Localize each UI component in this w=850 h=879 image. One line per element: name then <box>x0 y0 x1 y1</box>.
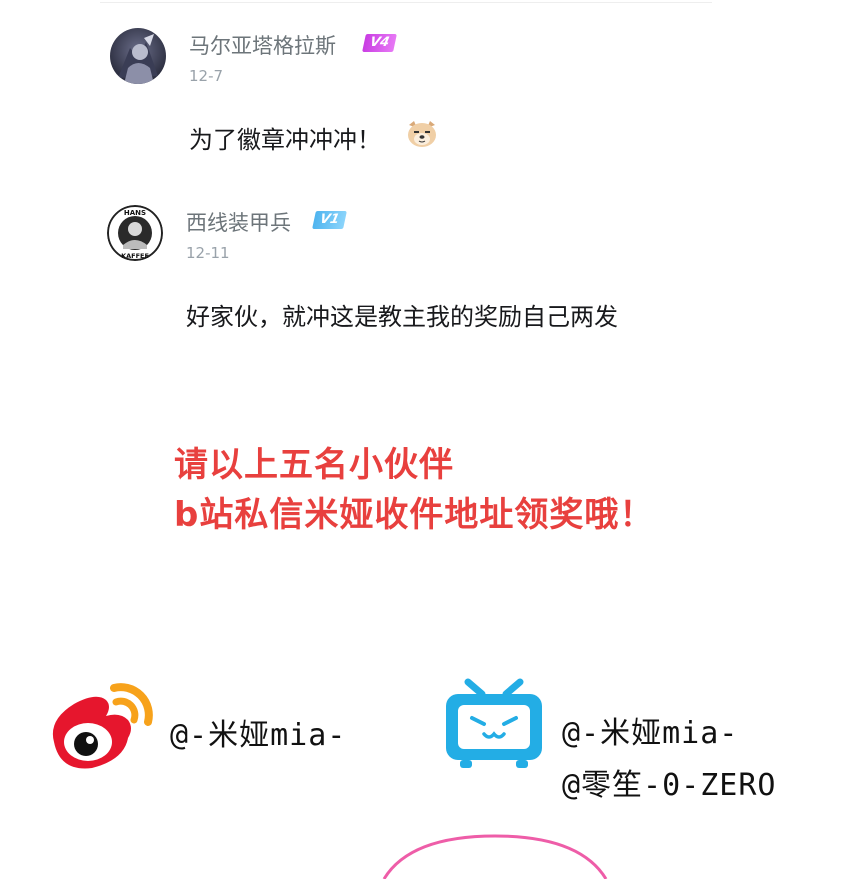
announcement-line-1: 请以上五名小伙伴 <box>174 445 454 485</box>
username[interactable]: 马尔亚塔格拉斯 <box>189 30 336 60</box>
user-avatar[interactable]: HANS KAFFEE <box>107 205 163 261</box>
dog-face-emoji-icon <box>408 121 436 147</box>
top-divider <box>100 2 712 3</box>
announcement-line-2: b站私信米娅收件地址领奖哦！ <box>174 495 655 535</box>
weibo-handle[interactable]: @-米娅mia- <box>170 710 346 754</box>
user-avatar[interactable] <box>110 28 166 84</box>
pink-arc-decoration <box>382 834 608 879</box>
bilibili-tv-logo-icon[interactable] <box>444 678 544 772</box>
comment-text: 好家伙，就冲这是教主我的奖励自己两发 <box>186 303 618 331</box>
level-badge: V1 <box>312 211 348 229</box>
avatar-text-top: HANS <box>124 209 146 217</box>
bilibili-handle-1[interactable]: @-米娅mia- <box>562 708 738 752</box>
level-badge: V4 <box>362 34 398 52</box>
weibo-logo-icon[interactable] <box>44 676 160 776</box>
page: 马尔亚塔格拉斯 V4 12-7 为了徽章冲冲冲！ HANS KAFFEE 西线装… <box>0 0 850 879</box>
bilibili-handle-2[interactable]: @零笙-0-ZERO <box>562 760 777 804</box>
comment-text: 为了徽章冲冲冲！ <box>189 126 381 154</box>
username[interactable]: 西线装甲兵 <box>186 207 291 237</box>
comment-date: 12-7 <box>189 67 224 85</box>
comment-date: 12-11 <box>186 244 230 262</box>
avatar-text-bottom: KAFFEE <box>121 252 149 260</box>
